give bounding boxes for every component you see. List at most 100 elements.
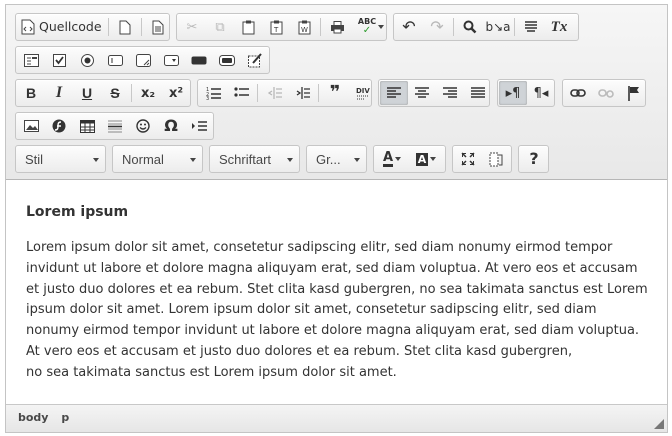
colors-group: A A <box>373 145 446 173</box>
undo-button[interactable]: ↶ <box>395 15 423 39</box>
special-char-button[interactable]: Ω <box>157 114 185 138</box>
paste-word-icon: W <box>298 20 310 34</box>
underline-icon: U <box>81 85 93 101</box>
page-break-button[interactable] <box>185 114 213 138</box>
clipboard-group: ✂ ⧉ T W ABC ✓ <box>176 13 387 41</box>
form-button[interactable] <box>17 48 45 72</box>
link-icon <box>570 89 586 97</box>
insert-group: Ω <box>15 112 214 140</box>
numbered-list-button[interactable]: 123 <box>199 81 227 105</box>
underline-button[interactable]: U <box>73 81 101 105</box>
new-page-button[interactable] <box>111 15 139 39</box>
style-combo[interactable]: Stil <box>15 145 106 173</box>
numbered-list-icon: 123 <box>206 87 221 100</box>
ltr-button[interactable]: ▸¶ <box>499 81 527 105</box>
path-item-body[interactable]: body <box>18 411 48 424</box>
editor-content[interactable]: Lorem ipsum Lorem ipsum dolor sit amet, … <box>6 181 667 403</box>
align-center-button[interactable] <box>408 81 436 105</box>
indent-button[interactable] <box>288 81 316 105</box>
bulleted-list-button[interactable] <box>227 81 255 105</box>
image-button-button[interactable] <box>213 48 241 72</box>
paste-text-icon: T <box>270 20 282 34</box>
strike-button[interactable]: S <box>101 81 129 105</box>
chevron-down-icon <box>190 158 196 162</box>
svg-text:3: 3 <box>206 96 209 100</box>
bg-color-button[interactable]: A <box>409 147 443 171</box>
textarea-button[interactable] <box>129 48 157 72</box>
copy-button[interactable]: ⧉ <box>206 15 234 39</box>
help-icon: ? <box>529 149 539 168</box>
horizontal-rule-button[interactable] <box>101 114 129 138</box>
smiley-button[interactable] <box>129 114 157 138</box>
chevron-down-icon <box>395 157 402 161</box>
image-button[interactable] <box>17 114 45 138</box>
rtl-button[interactable]: ¶◂ <box>527 81 555 105</box>
source-button[interactable]: Quellcode <box>17 15 106 39</box>
bold-icon: B <box>25 85 37 101</box>
button-field-button[interactable] <box>185 48 213 72</box>
textfield-button[interactable] <box>101 48 129 72</box>
textfield-icon <box>107 54 123 66</box>
radio-button[interactable] <box>73 48 101 72</box>
maximize-button[interactable] <box>454 147 482 171</box>
align-center-icon <box>415 87 429 98</box>
cut-button[interactable]: ✂ <box>178 15 206 39</box>
help-button[interactable]: ? <box>520 147 548 171</box>
paste-text-button[interactable]: T <box>262 15 290 39</box>
rich-text-editor: Quellcode ✂ ⧉ T W ABC ✓ ↶ ↷ b↘a Tx B I U… <box>5 4 668 433</box>
italic-button[interactable]: I <box>45 81 73 105</box>
div-button[interactable]: DIV <box>349 81 377 105</box>
paste-button[interactable] <box>234 15 262 39</box>
size-combo-value: Gr... <box>316 151 341 167</box>
blockquote-button[interactable]: ❞ <box>321 81 349 105</box>
align-left-button[interactable] <box>380 81 408 105</box>
show-blocks-button[interactable] <box>482 147 510 171</box>
strike-icon: S <box>110 85 120 101</box>
cut-icon: ✂ <box>186 19 198 35</box>
path-item-p[interactable]: p <box>61 411 69 424</box>
find-button[interactable] <box>456 15 484 39</box>
bg-color-icon: A <box>415 152 429 166</box>
size-combo[interactable]: Gr... <box>306 145 367 173</box>
font-combo[interactable]: Schriftart <box>209 145 300 173</box>
paste-word-button[interactable]: W <box>290 15 318 39</box>
font-color-button[interactable]: A <box>375 147 409 171</box>
print-button[interactable] <box>323 15 351 39</box>
remove-format-button[interactable]: Tx <box>545 15 573 39</box>
flash-button[interactable] <box>45 114 73 138</box>
table-button[interactable] <box>73 114 101 138</box>
format-combo[interactable]: Normal <box>112 145 203 173</box>
subscript-icon: x₂ <box>140 85 156 101</box>
links-group <box>562 79 646 107</box>
anchor-button[interactable] <box>620 81 648 105</box>
unlink-button[interactable] <box>592 81 620 105</box>
font-combo-value: Schriftart <box>219 151 272 167</box>
svg-text:DIV: DIV <box>356 87 370 95</box>
link-button[interactable] <box>564 81 592 105</box>
checkbox-button[interactable] <box>45 48 73 72</box>
replace-button[interactable]: b↘a <box>484 15 512 39</box>
resize-handle-icon[interactable] <box>654 419 664 429</box>
image-button-icon <box>219 54 235 66</box>
rtl-icon: ¶◂ <box>533 85 549 101</box>
redo-button[interactable]: ↷ <box>423 15 451 39</box>
basic-styles-group: B I U S x₂ x² <box>15 79 191 107</box>
align-right-button[interactable] <box>436 81 464 105</box>
select-field-button[interactable] <box>157 48 185 72</box>
preview-button[interactable] <box>144 15 172 39</box>
forms-group <box>15 46 270 74</box>
find-icon <box>463 20 477 34</box>
justify-button[interactable] <box>464 81 492 105</box>
direction-group: ▸¶ ¶◂ <box>497 79 555 107</box>
unlink-icon <box>598 89 614 98</box>
separator <box>514 18 515 36</box>
subscript-button[interactable]: x₂ <box>134 81 162 105</box>
bold-button[interactable]: B <box>17 81 45 105</box>
select-all-button[interactable] <box>517 15 545 39</box>
outdent-button[interactable] <box>260 81 288 105</box>
hidden-field-button[interactable] <box>241 48 269 72</box>
superscript-button[interactable]: x² <box>162 81 190 105</box>
form-icon <box>23 53 39 67</box>
flash-icon <box>52 119 66 133</box>
spellcheck-button[interactable]: ABC ✓ <box>351 15 391 39</box>
